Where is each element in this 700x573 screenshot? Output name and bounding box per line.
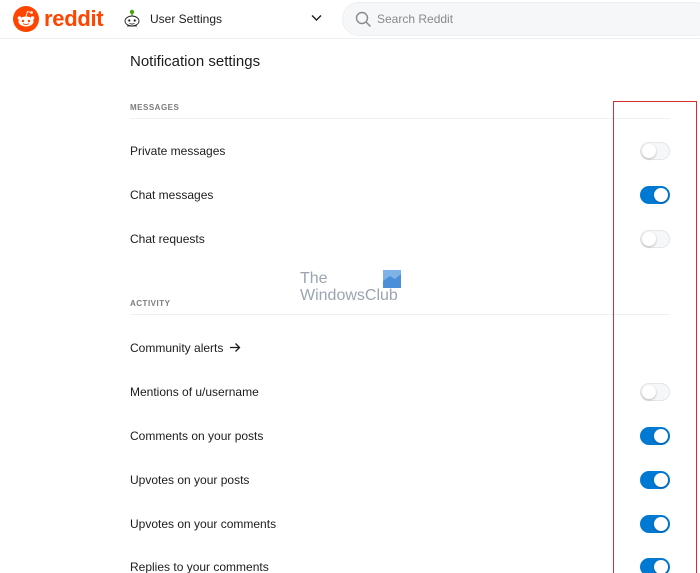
setting-label: Chat messages bbox=[130, 188, 214, 202]
page: reddit User Settings Search Reddit Notif… bbox=[0, 0, 700, 573]
toggle-knob bbox=[654, 188, 668, 202]
search-input[interactable] bbox=[377, 3, 677, 35]
user-avatar-icon bbox=[124, 9, 140, 27]
toggle-knob bbox=[642, 144, 656, 158]
toggle-knob bbox=[654, 560, 668, 573]
setting-label: Comments on your posts bbox=[130, 429, 264, 443]
setting-row-chat-requests: Chat requests bbox=[130, 224, 670, 256]
toggle-knob bbox=[654, 473, 668, 487]
setting-label: Upvotes on your comments bbox=[130, 517, 277, 531]
replies-to-comments-toggle[interactable] bbox=[640, 558, 670, 573]
mentions-toggle[interactable] bbox=[640, 383, 670, 401]
logo-wordmark: reddit bbox=[44, 6, 104, 31]
chat-messages-toggle[interactable] bbox=[640, 186, 670, 204]
setting-row-replies-to-comments: Replies to your comments bbox=[130, 552, 670, 573]
setting-row-upvotes-on-comments: Upvotes on your comments bbox=[130, 509, 670, 541]
chevron-down-icon bbox=[311, 15, 322, 21]
setting-row-upvotes-on-posts: Upvotes on your posts bbox=[130, 465, 670, 497]
watermark-line-1: The bbox=[300, 270, 328, 287]
setting-label: Mentions of u/username bbox=[130, 385, 259, 399]
context-switcher[interactable]: User Settings bbox=[122, 5, 332, 33]
setting-row-private-messages: Private messages bbox=[130, 136, 670, 168]
arrow-right-icon bbox=[230, 343, 241, 352]
chat-requests-toggle[interactable] bbox=[640, 230, 670, 248]
setting-label: Chat requests bbox=[130, 232, 205, 246]
search-bar[interactable] bbox=[342, 2, 700, 36]
comments-on-posts-toggle[interactable] bbox=[640, 427, 670, 445]
toggle-knob bbox=[654, 517, 668, 531]
toggle-knob bbox=[654, 429, 668, 443]
setting-label: Upvotes on your posts bbox=[130, 473, 250, 487]
upvotes-on-comments-toggle[interactable] bbox=[640, 515, 670, 533]
context-label: User Settings bbox=[150, 12, 223, 26]
setting-row-community-alerts[interactable]: Community alerts bbox=[130, 333, 670, 365]
search-icon bbox=[355, 11, 372, 28]
page-title: Notification settings bbox=[130, 53, 261, 70]
toggle-knob bbox=[642, 232, 656, 246]
top-bar: reddit User Settings bbox=[0, 0, 700, 39]
setting-label: Replies to your comments bbox=[130, 560, 269, 573]
section-heading-messages: MESSAGES bbox=[130, 103, 670, 119]
upvotes-on-posts-toggle[interactable] bbox=[640, 471, 670, 489]
setting-row-mentions: Mentions of u/username bbox=[130, 377, 670, 409]
toggle-knob bbox=[642, 385, 656, 399]
reddit-snoo-icon bbox=[13, 6, 39, 32]
community-alerts-link[interactable]: Community alerts bbox=[130, 340, 241, 356]
private-messages-toggle[interactable] bbox=[640, 142, 670, 160]
setting-row-chat-messages: Chat messages bbox=[130, 180, 670, 212]
watermark-logo-icon bbox=[383, 270, 401, 288]
setting-row-comments-on-posts: Comments on your posts bbox=[130, 421, 670, 453]
section-heading-activity: ACTIVITY bbox=[130, 299, 670, 315]
reddit-logo[interactable]: reddit bbox=[13, 6, 104, 32]
setting-label: Private messages bbox=[130, 144, 226, 158]
setting-label: Community alerts bbox=[130, 341, 224, 355]
